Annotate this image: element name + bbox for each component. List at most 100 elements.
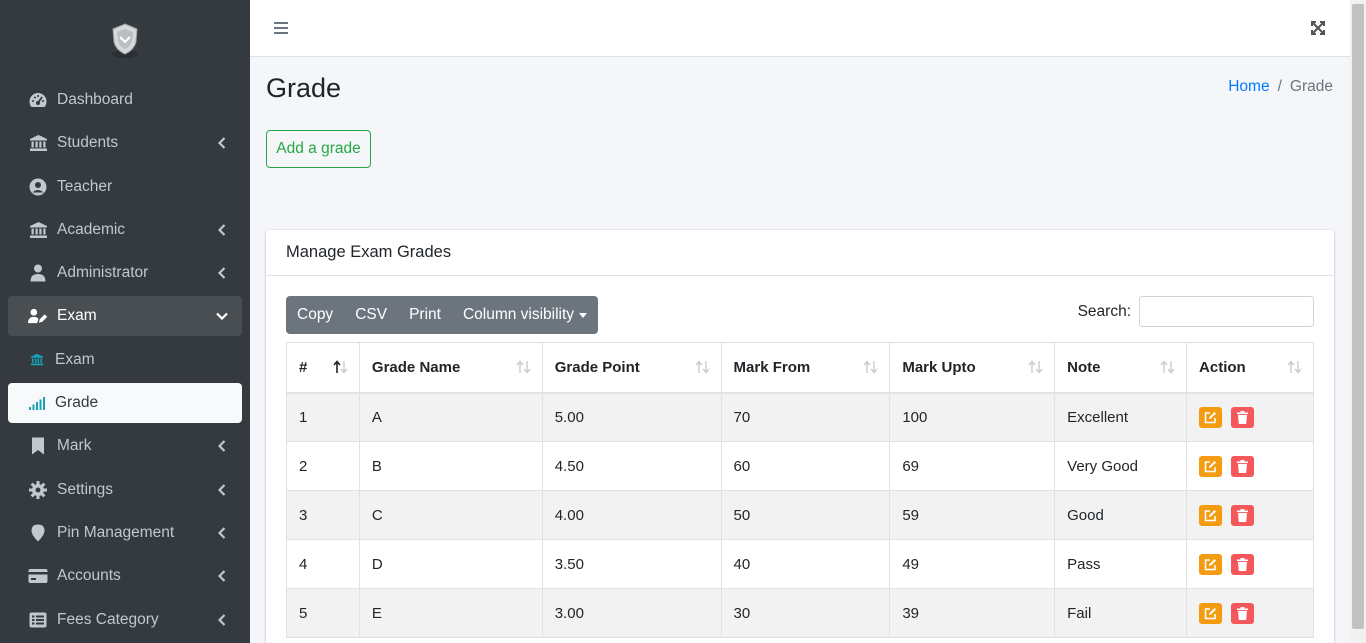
sidebar-item-accounts[interactable]: Accounts (8, 556, 242, 596)
grades-table: # Grade Name Grade Point Mark From Mark … (286, 342, 1314, 638)
cell-mark-upto: 49 (889, 539, 1056, 589)
delete-button[interactable] (1231, 455, 1255, 477)
trash-icon (1237, 459, 1249, 473)
sort-icon (694, 360, 710, 374)
sort-icon (1028, 360, 1043, 374)
cell-grade-point: 3.50 (541, 539, 722, 589)
university-icon (28, 133, 48, 153)
bookmark-icon (28, 436, 48, 456)
cell-number: 4 (286, 539, 360, 589)
hamburger-menu-icon[interactable] (273, 20, 289, 36)
page-scrollbar[interactable] (1350, 0, 1366, 643)
cell-number: 1 (286, 392, 360, 442)
sidebar-item-label: Settings (57, 480, 114, 498)
sidebar-item-label: Exam (57, 307, 97, 325)
cell-grade-point: 4.00 (541, 490, 722, 540)
cell-mark-from: 70 (720, 392, 891, 442)
expand-icon[interactable] (1310, 20, 1326, 36)
page-title: Grade (266, 73, 342, 103)
cell-grade-name: C (358, 490, 543, 540)
export-button-group: Copy CSV Print Column visibility (286, 296, 599, 334)
sidebar-subitem-grade[interactable]: Grade (8, 383, 242, 424)
grades-table-body: 1 A 5.00 70 100 Excellent 2 B 4.50 60 69… (286, 392, 1314, 638)
column-header-mark-upto[interactable]: Mark Upto (889, 342, 1056, 394)
edit-button[interactable] (1199, 553, 1223, 575)
table-row: 1 A 5.00 70 100 Excellent (286, 392, 1314, 442)
cell-action (1186, 539, 1314, 589)
cell-grade-point: 5.00 (541, 392, 722, 442)
copy-button[interactable]: Copy (286, 296, 344, 334)
column-header-number[interactable]: # (286, 342, 360, 394)
table-row: 2 B 4.50 60 69 Very Good (286, 441, 1314, 491)
sidebar-item-students[interactable]: Students (8, 123, 242, 163)
delete-button[interactable] (1231, 553, 1255, 575)
edit-button[interactable] (1199, 406, 1223, 428)
chevron-down-icon (216, 313, 228, 321)
cell-note: Excellent (1054, 392, 1188, 442)
delete-button[interactable] (1231, 406, 1255, 428)
csv-button[interactable]: CSV (344, 296, 398, 334)
edit-button[interactable] (1199, 602, 1223, 624)
sidebar-item-dashboard[interactable]: Dashboard (8, 80, 242, 120)
breadcrumb-home-link[interactable]: Home (1228, 78, 1269, 96)
edit-button[interactable] (1199, 455, 1223, 477)
edit-button[interactable] (1199, 504, 1223, 526)
sidebar-item-settings[interactable]: Settings (8, 470, 242, 510)
sidebar-item-pin-management[interactable]: Pin Management (8, 513, 242, 553)
cell-grade-name: D (358, 539, 543, 589)
sidebar-item-fees-category[interactable]: Fees Category (8, 600, 242, 640)
sidebar-item-exam[interactable]: Exam (8, 296, 242, 337)
delete-button[interactable] (1231, 504, 1255, 526)
trash-icon (1237, 508, 1249, 522)
search-input[interactable] (1139, 296, 1314, 327)
cell-action (1186, 441, 1314, 491)
cell-mark-from: 60 (720, 441, 891, 491)
shield-logo-icon (112, 23, 138, 58)
cell-mark-from: 50 (720, 490, 891, 540)
cell-number: 2 (286, 441, 360, 491)
cell-number: 3 (286, 490, 360, 540)
table-row: 4 D 3.50 40 49 Pass (286, 539, 1314, 589)
chevron-left-icon (218, 267, 226, 279)
tachometer-icon (28, 90, 48, 110)
print-button[interactable]: Print (398, 296, 452, 334)
table-header-row: # Grade Name Grade Point Mark From Mark … (286, 342, 1314, 394)
cell-mark-from: 30 (720, 588, 891, 638)
column-header-grade-name[interactable]: Grade Name (358, 342, 543, 394)
column-header-grade-point[interactable]: Grade Point (541, 342, 722, 394)
user-icon (28, 263, 48, 283)
edit-icon (1204, 558, 1217, 570)
sidebar-item-label: Teacher (57, 177, 113, 195)
column-header-action[interactable]: Action (1186, 342, 1314, 394)
table-search: Search: (1078, 296, 1314, 327)
sort-icon (1160, 360, 1175, 374)
sidebar: Dashboard Students Teacher Academic Admi… (0, 0, 250, 643)
column-visibility-button[interactable]: Column visibility (452, 296, 598, 334)
sidebar-item-mark[interactable]: Mark (8, 426, 242, 466)
cell-number: 5 (286, 588, 360, 638)
delete-button[interactable] (1231, 602, 1255, 624)
sidebar-item-teacher[interactable]: Teacher (8, 167, 242, 207)
cell-note: Very Good (1054, 441, 1188, 491)
chevron-left-icon (218, 613, 226, 626)
sidebar-item-administrator[interactable]: Administrator (8, 253, 242, 293)
add-grade-button[interactable]: Add a grade (266, 130, 371, 168)
edit-icon (1204, 509, 1217, 521)
edit-icon (1204, 411, 1217, 423)
cell-grade-name: B (358, 441, 543, 491)
column-header-note[interactable]: Note (1054, 342, 1188, 394)
trash-icon (1237, 410, 1249, 424)
brand[interactable] (0, 0, 250, 80)
column-header-mark-from[interactable]: Mark From (720, 342, 891, 394)
edit-icon (1204, 460, 1217, 472)
scrollbar-thumb[interactable] (1352, 4, 1364, 629)
top-navbar (250, 0, 1350, 57)
cell-note: Pass (1054, 539, 1188, 589)
chevron-left-icon (218, 527, 226, 539)
user-circle-icon (28, 177, 48, 197)
sidebar-subitem-exam[interactable]: Exam (8, 340, 242, 380)
user-edit-icon (28, 306, 48, 326)
cell-grade-name: A (358, 392, 543, 442)
sidebar-item-academic[interactable]: Academic (8, 210, 242, 250)
trash-icon (1237, 557, 1249, 571)
